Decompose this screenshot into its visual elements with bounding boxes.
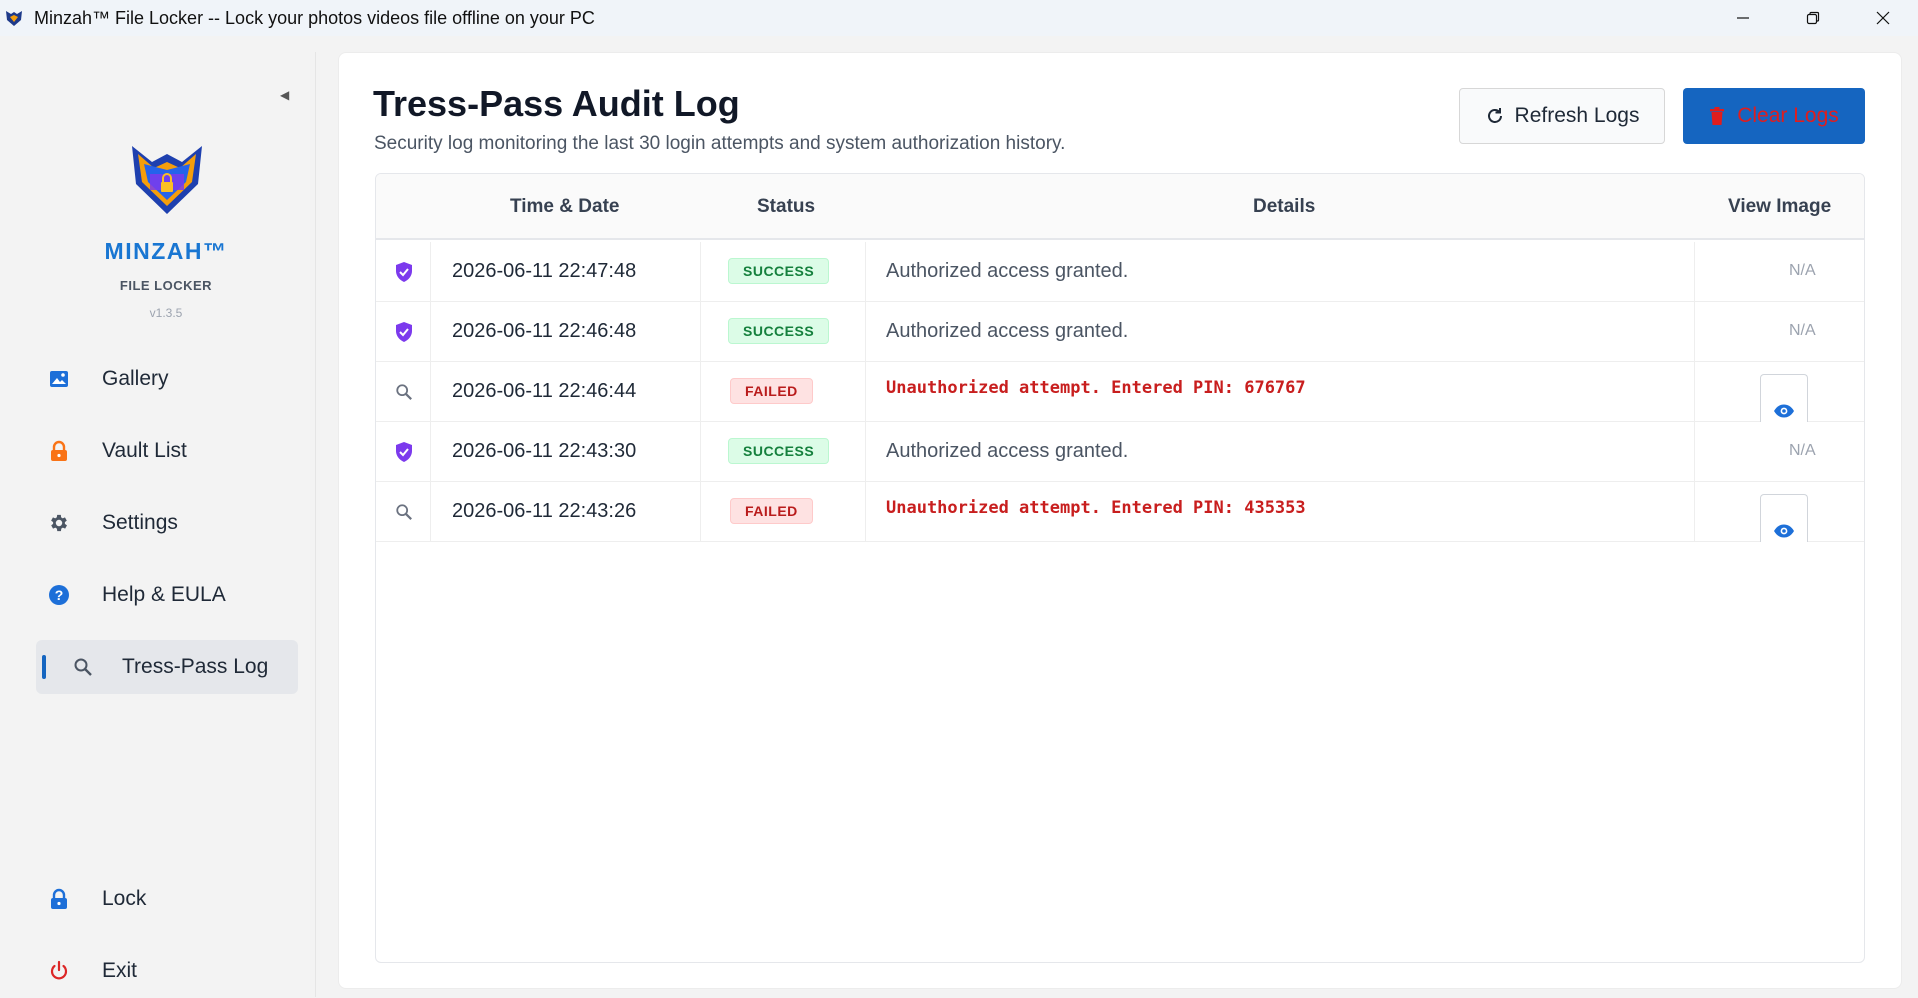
gear-icon	[46, 510, 72, 536]
close-icon	[1876, 11, 1890, 25]
sidebar-item-label: Help & EULA	[102, 583, 226, 606]
app-version: v1.3.5	[149, 306, 183, 320]
sidebar-item-help[interactable]: ? Help & EULA	[36, 568, 298, 622]
search-icon	[392, 380, 416, 404]
view-image-na: N/A	[1789, 442, 1816, 459]
close-button[interactable]	[1848, 0, 1918, 36]
shield-check-icon	[392, 440, 416, 464]
brand-name: MINZAH™	[104, 238, 228, 264]
status-badge: FAILED	[730, 498, 813, 524]
app-logo-icon	[4, 7, 26, 29]
collapse-sidebar-icon[interactable]: ◀	[280, 88, 289, 102]
sidebar-item-gallery[interactable]: Gallery	[36, 352, 298, 406]
log-details: Unauthorized attempt. Entered PIN: 67676…	[886, 378, 1306, 398]
sidebar-item-exit[interactable]: Exit	[36, 944, 298, 998]
refresh-icon	[1485, 106, 1505, 126]
page-subtitle: Security log monitoring the last 30 logi…	[374, 133, 1066, 154]
view-image-button[interactable]	[1760, 494, 1808, 542]
table-row: 2026-06-11 22:43:26 FAILED Unauthorized …	[376, 482, 1864, 542]
log-time: 2026-06-11 22:43:30	[452, 440, 637, 462]
brand-logo	[128, 140, 206, 218]
trash-icon	[1709, 106, 1725, 126]
restore-icon	[1806, 11, 1820, 25]
log-details: Authorized access granted.	[886, 440, 1129, 462]
minimize-button[interactable]	[1708, 0, 1778, 36]
search-icon	[70, 654, 96, 680]
table-header: Time & Date Status Details View Image	[376, 174, 1864, 240]
title-bar: Minzah™ File Locker -- Lock your photos …	[0, 0, 1918, 36]
view-image-na: N/A	[1789, 262, 1816, 279]
sidebar-item-settings[interactable]: Settings	[36, 496, 298, 550]
log-details: Unauthorized attempt. Entered PIN: 43535…	[886, 498, 1306, 518]
window-title: Minzah™ File Locker -- Lock your photos …	[34, 7, 595, 28]
page-title: Tress-Pass Audit Log	[373, 83, 740, 124]
log-time: 2026-06-11 22:46:44	[452, 380, 637, 402]
log-time: 2026-06-11 22:46:48	[452, 320, 637, 342]
log-details: Authorized access granted.	[886, 260, 1129, 282]
restore-button[interactable]	[1778, 0, 1848, 36]
column-header-status: Status	[757, 196, 816, 217]
log-time: 2026-06-11 22:47:48	[452, 260, 637, 282]
lock-icon	[46, 886, 72, 912]
view-image-button[interactable]	[1760, 374, 1808, 422]
sidebar-item-label: Vault List	[102, 439, 187, 462]
image-icon	[46, 366, 72, 392]
sidebar-item-label: Gallery	[102, 367, 169, 390]
svg-text:?: ?	[55, 587, 64, 603]
active-indicator	[42, 655, 46, 679]
table-row: 2026-06-11 22:43:30 SUCCESS Authorized a…	[376, 422, 1864, 482]
status-badge: FAILED	[730, 378, 813, 404]
clear-logs-label: Clear Logs	[1737, 104, 1839, 127]
eye-icon	[1774, 524, 1794, 538]
sidebar-item-tress-pass-log[interactable]: Tress-Pass Log	[36, 640, 298, 694]
power-icon	[46, 958, 72, 984]
table-row: 2026-06-11 22:47:48 SUCCESS Authorized a…	[376, 242, 1864, 302]
log-details: Authorized access granted.	[886, 320, 1129, 342]
sidebar-item-label: Tress-Pass Log	[122, 655, 269, 678]
view-image-na: N/A	[1789, 322, 1816, 339]
sidebar-item-label: Lock	[102, 887, 147, 910]
help-icon: ?	[46, 582, 72, 608]
main-panel: Tress-Pass Audit Log Security log monito…	[338, 52, 1902, 989]
refresh-logs-label: Refresh Logs	[1514, 104, 1640, 127]
column-header-details: Details	[1253, 196, 1316, 217]
sidebar: ◀ MINZAH™ FILE LOCKER v1.3.5 Gallery Vau…	[0, 52, 316, 997]
table-row: 2026-06-11 22:46:48 SUCCESS Authorized a…	[376, 302, 1864, 362]
audit-log-table: Time & Date Status Details View Image 20…	[375, 173, 1865, 963]
brand-subtitle: FILE LOCKER	[119, 278, 213, 293]
column-header-time: Time & Date	[510, 196, 620, 217]
search-icon	[392, 500, 416, 524]
refresh-logs-button[interactable]: Refresh Logs	[1459, 88, 1665, 144]
window-controls	[1708, 0, 1918, 36]
column-header-view-image: View Image	[1728, 196, 1832, 217]
eye-icon	[1774, 404, 1794, 418]
clear-logs-button[interactable]: Clear Logs	[1683, 88, 1865, 144]
minimize-icon	[1737, 17, 1749, 19]
sidebar-item-label: Exit	[102, 959, 138, 982]
status-badge: SUCCESS	[728, 438, 830, 464]
table-row: 2026-06-11 22:46:44 FAILED Unauthorized …	[376, 362, 1864, 422]
sidebar-item-lock[interactable]: Lock	[36, 872, 298, 926]
log-time: 2026-06-11 22:43:26	[452, 500, 637, 522]
lock-icon	[46, 438, 72, 464]
shield-check-icon	[392, 320, 416, 344]
sidebar-item-label: Settings	[102, 511, 178, 534]
sidebar-item-vault-list[interactable]: Vault List	[36, 424, 298, 478]
shield-check-icon	[392, 260, 416, 284]
status-badge: SUCCESS	[728, 318, 830, 344]
status-badge: SUCCESS	[728, 258, 830, 284]
